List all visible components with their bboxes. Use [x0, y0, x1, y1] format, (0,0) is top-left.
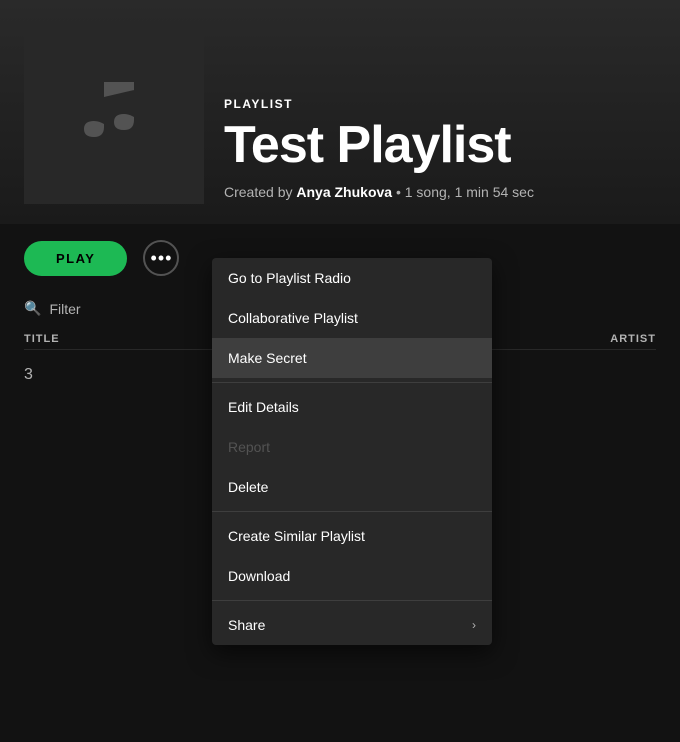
menu-divider-3 — [212, 600, 492, 601]
menu-item-report-label: Report — [228, 439, 270, 455]
menu-item-edit-details-label: Edit Details — [228, 399, 299, 415]
menu-divider-2 — [212, 511, 492, 512]
playlist-title: Test Playlist — [224, 117, 534, 174]
menu-item-download[interactable]: Download — [212, 556, 492, 596]
album-art — [24, 24, 204, 204]
playlist-type-label: PLAYLIST — [224, 97, 534, 111]
meta-suffix: • 1 song, 1 min 54 sec — [396, 184, 534, 200]
menu-item-delete-label: Delete — [228, 479, 268, 495]
search-icon: 🔍 — [24, 300, 41, 317]
header-section: PLAYLIST Test Playlist Created by Anya Z… — [0, 0, 680, 224]
music-note-icon — [74, 72, 154, 157]
menu-item-collaborative[interactable]: Collaborative Playlist — [212, 298, 492, 338]
creator-name: Anya Zhukova — [296, 184, 392, 200]
playlist-meta: Created by Anya Zhukova • 1 song, 1 min … — [224, 184, 534, 200]
created-by-prefix: Created by — [224, 184, 296, 200]
context-menu: Go to Playlist Radio Collaborative Playl… — [212, 258, 492, 645]
menu-item-collaborative-label: Collaborative Playlist — [228, 310, 358, 326]
menu-item-create-similar[interactable]: Create Similar Playlist — [212, 516, 492, 556]
col-artist-header: ARTIST — [610, 333, 656, 345]
play-button[interactable]: PLAY — [24, 241, 127, 276]
more-options-button[interactable]: ••• — [143, 240, 179, 276]
menu-divider-1 — [212, 382, 492, 383]
menu-item-delete[interactable]: Delete — [212, 467, 492, 507]
menu-item-playlist-radio[interactable]: Go to Playlist Radio — [212, 258, 492, 298]
more-dots-icon: ••• — [151, 248, 173, 269]
col-title-header: TITLE — [24, 333, 60, 345]
share-arrow-icon: › — [472, 618, 476, 632]
menu-item-share[interactable]: Share › — [212, 605, 492, 645]
menu-item-create-similar-label: Create Similar Playlist — [228, 528, 365, 544]
menu-item-edit-details[interactable]: Edit Details — [212, 387, 492, 427]
menu-item-playlist-radio-label: Go to Playlist Radio — [228, 270, 351, 286]
menu-item-download-label: Download — [228, 568, 290, 584]
menu-item-make-secret-label: Make Secret — [228, 350, 307, 366]
playlist-info: PLAYLIST Test Playlist Created by Anya Z… — [224, 97, 534, 204]
menu-item-make-secret[interactable]: Make Secret — [212, 338, 492, 378]
menu-item-share-label: Share — [228, 617, 265, 633]
filter-label: Filter — [49, 301, 80, 317]
menu-item-report: Report — [212, 427, 492, 467]
